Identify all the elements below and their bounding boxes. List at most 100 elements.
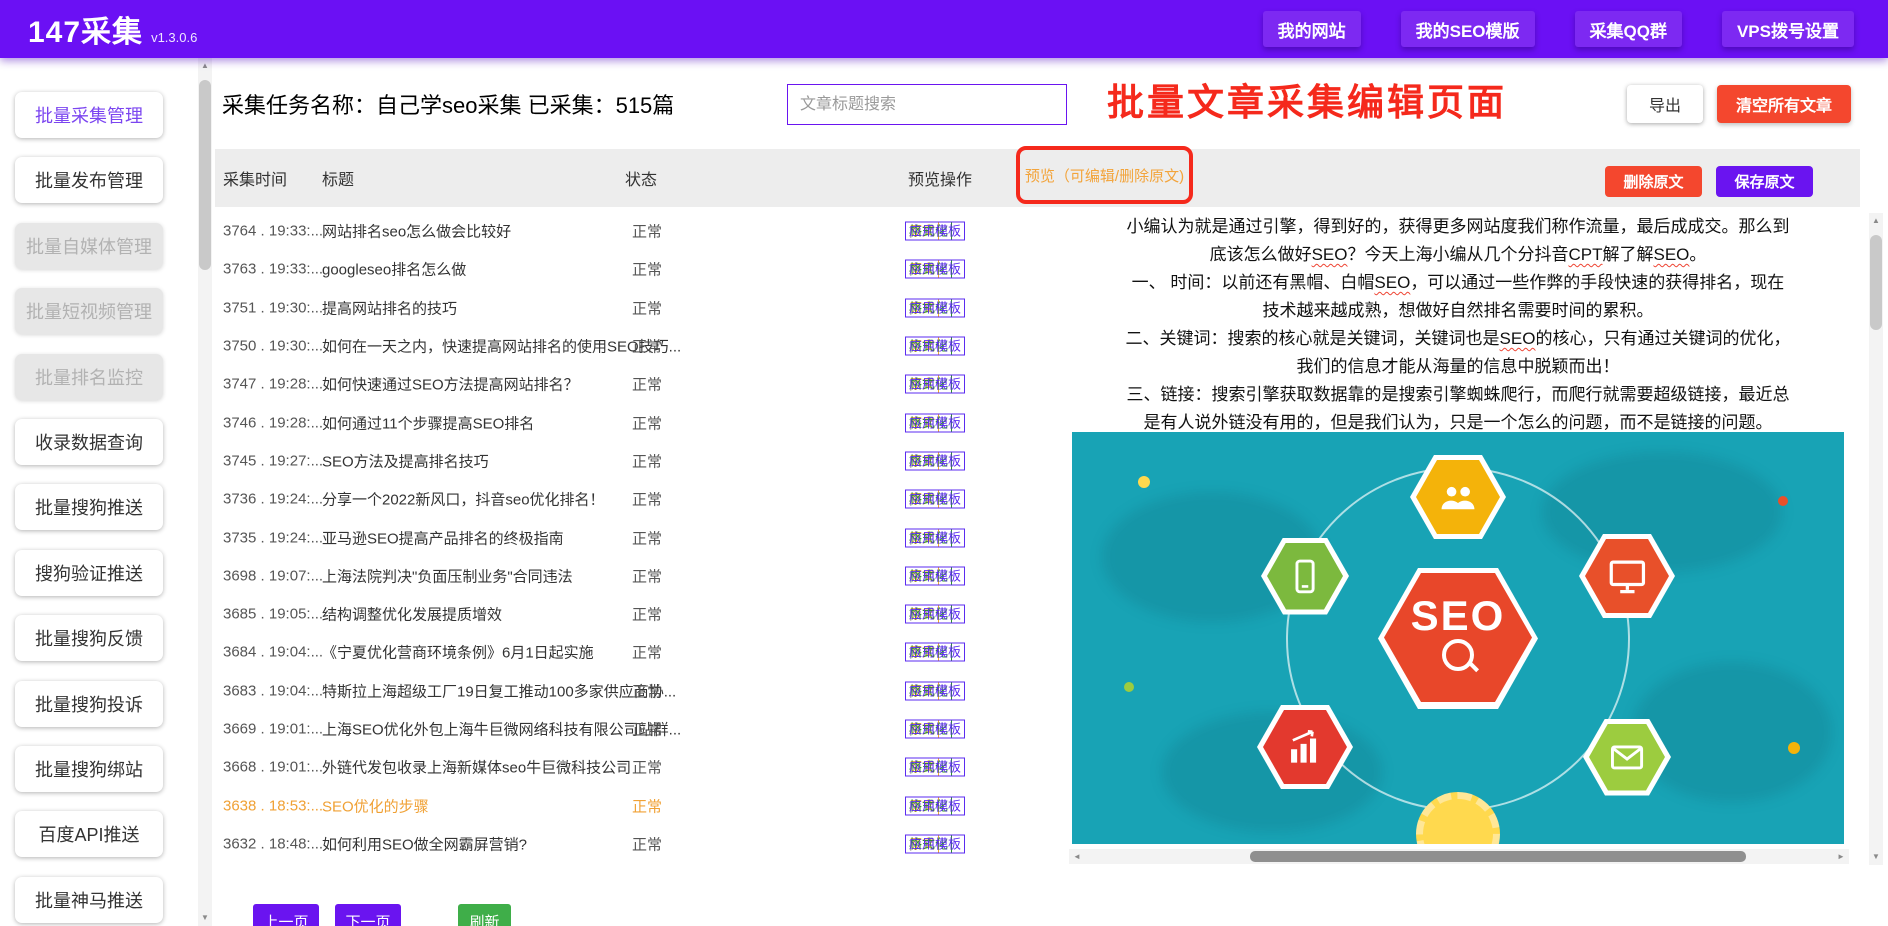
table-row[interactable]: 3747 . 19:28:...如何快速通过SEO方法提高网站排名？正常原文|格…: [215, 365, 1060, 403]
apply-action-button[interactable]: 应用模板: [905, 337, 965, 356]
decor-dot: [1788, 742, 1800, 754]
apply-action-button[interactable]: 应用模板: [905, 720, 965, 739]
sidebar-item-11[interactable]: 批量搜狗绑站: [15, 746, 163, 792]
apply-action-button[interactable]: 应用模板: [905, 222, 965, 241]
status-badge: 正常: [632, 680, 662, 701]
table-row[interactable]: 3735 . 19:24:...亚马逊SEO提高产品排名的终极指南正常原文|格式…: [215, 518, 1060, 556]
apply-action-button[interactable]: 应用模板: [905, 796, 965, 815]
apply-action-button[interactable]: 应用模板: [905, 758, 965, 777]
apply-action-button[interactable]: 应用模板: [905, 528, 965, 547]
row-title: 特斯拉上海超级工厂19日复工推动100多家供应商协...: [322, 680, 676, 701]
apply-action-button[interactable]: 应用模板: [905, 643, 965, 662]
row-time: 3669 . 19:01:...: [223, 721, 323, 738]
save-original-button[interactable]: 保存原文: [1716, 166, 1813, 197]
preview-scrollbar[interactable]: ▲ ▼: [1869, 213, 1883, 865]
annotation-frame: 预览（可编辑/删除原文): [1016, 146, 1193, 204]
apply-action-button[interactable]: 应用模板: [905, 490, 965, 509]
sidebar-item-7[interactable]: 批量搜狗推送: [15, 484, 163, 530]
clear-all-button[interactable]: 清空所有文章: [1717, 85, 1851, 123]
sidebar-item-8[interactable]: 搜狗验证推送: [15, 550, 163, 596]
apply-action-button[interactable]: 应用模板: [905, 681, 965, 700]
row-title: 如何快速通过SEO方法提高网站排名？: [322, 374, 579, 395]
mail-icon: [1589, 724, 1665, 791]
scroll-down-icon[interactable]: ▼: [198, 910, 212, 926]
table-row[interactable]: 3632 . 18:48:...如何利用SEO做全网霸屏营销?正常原文|格式化|…: [215, 825, 1060, 863]
table-row[interactable]: 3683 . 19:04:...特斯拉上海超级工厂19日复工推动100多家供应商…: [215, 672, 1060, 710]
preview-line[interactable]: 三、链接：搜索引擎获取数据靠的是搜索引擎蜘蛛爬行，而爬行就需要超级链接，最近总: [1069, 381, 1847, 409]
apply-action-button[interactable]: 应用模板: [905, 566, 965, 585]
table-row[interactable]: 3736 . 19:24:...分享一个2022新风口，抖音seo优化排名！正常…: [215, 480, 1060, 518]
row-title: 网站排名seo怎么做会比较好: [322, 221, 511, 242]
table-row[interactable]: 3751 . 19:30:...提高网站排名的技巧正常原文|格式化|应用模板: [215, 289, 1060, 327]
preview-line[interactable]: 二、关键词：搜索的核心就是关键词，关键词也是SEO的核心，只有通过关键词的优化，: [1069, 325, 1847, 353]
sidebar-item-12[interactable]: 百度API推送: [15, 811, 163, 857]
status-badge: 正常: [632, 527, 662, 548]
search-input[interactable]: [787, 84, 1067, 125]
preview-hscrollbar-thumb[interactable]: [1250, 851, 1746, 862]
row-time: 3745 . 19:27:...: [223, 452, 323, 469]
sidebar-item-10[interactable]: 批量搜狗投诉: [15, 681, 163, 727]
top-header: 147采集 v1.3.0.6 我的网站我的SEO模版采集QQ群VPS拨号设置: [0, 0, 1888, 58]
sidebar-item-13[interactable]: 批量神马推送: [15, 877, 163, 923]
row-title: googleseo排名怎么做: [322, 259, 466, 280]
nav-item-3[interactable]: 采集QQ群: [1575, 11, 1682, 47]
sidebar-item-2[interactable]: 批量发布管理: [15, 157, 163, 203]
row-time: 3685 . 19:05:...: [223, 606, 323, 623]
row-title: 如何通过11个步骤提高SEO排名: [322, 412, 534, 433]
nav-item-4[interactable]: VPS拨号设置: [1722, 11, 1854, 47]
row-time: 3668 . 19:01:...: [223, 759, 323, 776]
export-button[interactable]: 导出: [1627, 85, 1703, 123]
table-row[interactable]: 3763 . 19:33:...googleseo排名怎么做正常原文|格式化|应…: [215, 250, 1060, 288]
status-badge: 正常: [632, 565, 662, 586]
apply-action-button[interactable]: 应用模板: [905, 375, 965, 394]
row-title: 《宁夏优化营商环境条例》6月1日起实施: [322, 642, 594, 663]
row-time: 3764 . 19:33:...: [223, 223, 323, 240]
table-row[interactable]: 3638 . 18:53:...SEO优化的步骤正常原文|格式化|应用模板: [215, 786, 1060, 824]
preview-scrollbar-thumb[interactable]: [1870, 235, 1882, 330]
main-scrollbar-thumb[interactable]: [199, 80, 211, 270]
preview-line[interactable]: 技术越来越成熟，想做好自然排名需要时间的累积。: [1069, 297, 1847, 325]
delete-original-button[interactable]: 删除原文: [1605, 166, 1702, 197]
column-header-title: 标题: [322, 166, 354, 190]
scroll-up-icon[interactable]: ▲: [1869, 213, 1883, 229]
table-row[interactable]: 3669 . 19:01:...上海SEO优化外包上海牛巨微网络科技有限公司站群…: [215, 710, 1060, 748]
nav-item-2[interactable]: 我的SEO模版: [1401, 11, 1535, 47]
preview-line[interactable]: 我们的信息才能从海量的信息中脱颖而出！: [1069, 353, 1847, 381]
table-row[interactable]: 3685 . 19:05:...结构调整优化发展提质增效正常原文|格式化|应用模…: [215, 595, 1060, 633]
row-title: 外链代发包收录上海新媒体seo牛巨微科技公司: [322, 757, 631, 778]
table-row[interactable]: 3746 . 19:28:...如何通过11个步骤提高SEO排名正常原文|格式化…: [215, 403, 1060, 441]
main-scrollbar[interactable]: ▲ ▼: [198, 58, 212, 926]
preview-line[interactable]: 小编认为就是通过引擎，得到好的，获得更多网站度我们称作流量，最后成成交。那么到: [1069, 213, 1847, 241]
decor-dot: [1778, 496, 1788, 506]
prev-page-button[interactable]: 上一页: [253, 904, 319, 926]
row-time: 3746 . 19:28:...: [223, 414, 323, 431]
sidebar-item-9[interactable]: 批量搜狗反馈: [15, 615, 163, 661]
scroll-right-icon[interactable]: ►: [1833, 849, 1849, 864]
apply-action-button[interactable]: 应用模板: [905, 413, 965, 432]
apply-action-button[interactable]: 应用模板: [905, 834, 965, 853]
preview-editor[interactable]: 小编认为就是通过引擎，得到好的，获得更多网站度我们称作流量，最后成成交。那么到底…: [1069, 213, 1847, 437]
seo-illustration: SEO: [1072, 432, 1844, 844]
preview-hscrollbar[interactable]: ◄ ►: [1069, 849, 1849, 864]
apply-action-button[interactable]: 应用模板: [905, 298, 965, 317]
next-page-button[interactable]: 下一页: [335, 904, 401, 926]
table-row[interactable]: 3750 . 19:30:...如何在一天之内，快速提高网站排名的使用SEO技巧…: [215, 327, 1060, 365]
apply-action-button[interactable]: 应用模板: [905, 605, 965, 624]
table-row[interactable]: 3698 . 19:07:...上海法院判决"负面压制业务"合同违法正常原文|格…: [215, 557, 1060, 595]
refresh-button[interactable]: 刷新: [458, 904, 511, 926]
table-row[interactable]: 3668 . 19:01:...外链代发包收录上海新媒体seo牛巨微科技公司正常…: [215, 748, 1060, 786]
apply-action-button[interactable]: 应用模板: [905, 260, 965, 279]
apply-action-button[interactable]: 应用模板: [905, 451, 965, 470]
nav-item-1[interactable]: 我的网站: [1263, 11, 1361, 47]
table-row[interactable]: 3745 . 19:27:...SEO方法及提高排名技巧正常原文|格式化|应用模…: [215, 442, 1060, 480]
preview-line[interactable]: 一、 时间：以前还有黑帽、白帽SEO，可以通过一些作弊的手段快速的获得排名，现在: [1069, 269, 1847, 297]
scroll-up-icon[interactable]: ▲: [198, 58, 212, 74]
table-row[interactable]: 3684 . 19:04:...《宁夏优化营商环境条例》6月1日起实施正常原文|…: [215, 633, 1060, 671]
scroll-down-icon[interactable]: ▼: [1869, 849, 1883, 865]
sidebar-item-6[interactable]: 收录数据查询: [15, 419, 163, 465]
decor-dot: [1124, 682, 1134, 692]
preview-line[interactable]: 底该怎么做好SEO？今天上海小编从几个分抖音CPT解了解SEO。: [1069, 241, 1847, 269]
scroll-left-icon[interactable]: ◄: [1069, 849, 1085, 864]
sidebar-item-1[interactable]: 批量采集管理: [15, 92, 163, 138]
table-row[interactable]: 3764 . 19:33:...网站排名seo怎么做会比较好正常原文|格式化|应…: [215, 212, 1060, 250]
